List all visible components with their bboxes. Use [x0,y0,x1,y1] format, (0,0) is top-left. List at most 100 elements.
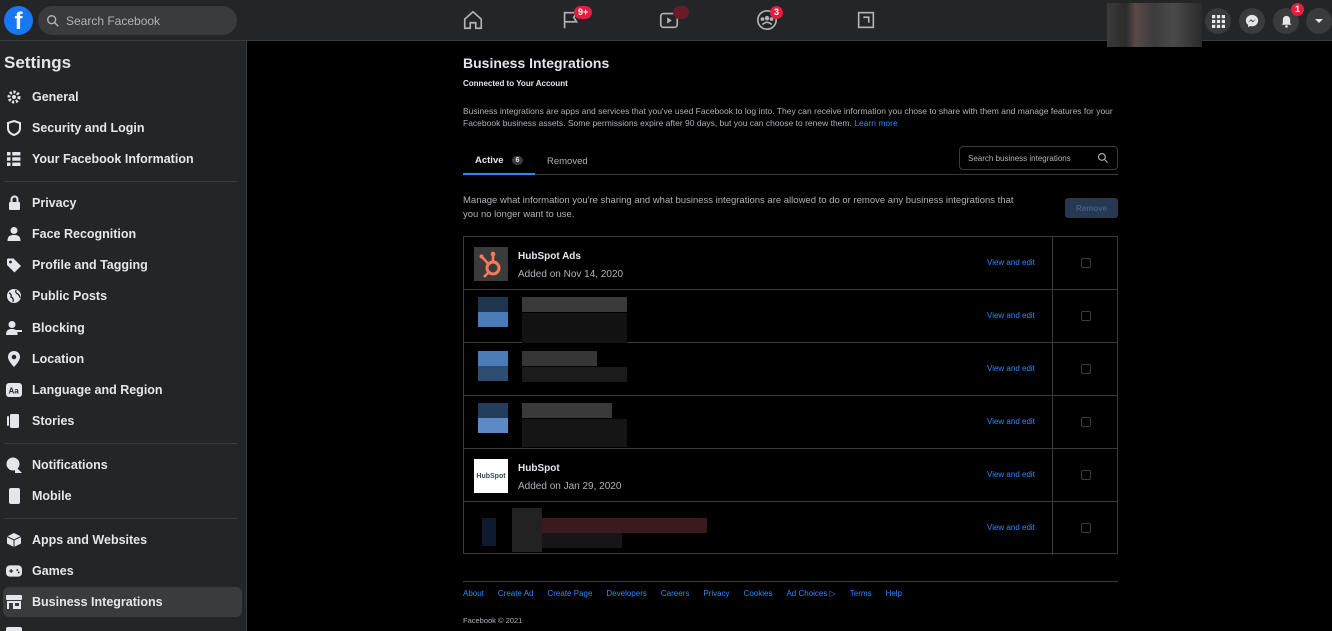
sidebar-item-language-and-region[interactable]: Aa Language and Region [3,375,242,405]
column-divider [1052,290,1053,342]
blurred-date [522,419,627,447]
messenger-icon [1245,14,1259,28]
view-and-edit-link[interactable]: View and edit [987,311,1035,320]
footer-link-developers[interactable]: Developers [606,589,646,598]
view-and-edit-link[interactable]: View and edit [987,258,1035,267]
footer-link-ad-choices[interactable]: Ad Choices ▷ [786,589,835,598]
active-count-badge: 6 [511,155,524,165]
business-store-icon [6,594,22,610]
column-divider [1052,449,1053,501]
footer-link-create-page[interactable]: Create Page [547,589,592,598]
hubspot-logo-text: HubSpot [476,472,506,480]
block-person-icon [6,320,22,336]
pages-badge: 9+ [574,6,593,19]
sidebar-item-apps-and-websites[interactable]: Apps and Websites [3,525,242,555]
sidebar-item-privacy[interactable]: Privacy [3,188,242,218]
search-integrations-input[interactable] [968,153,1093,163]
footer-links: About Create Ad Create Page Developers C… [463,589,902,598]
blurred-name [522,351,597,366]
globe-bell-icon [6,457,22,473]
learn-more-link[interactable]: Learn more [854,118,897,128]
blurred-name [522,297,627,312]
mobile-phone-icon [6,488,22,504]
table-row: View and edit [464,396,1117,449]
sidebar-title: Settings [4,53,72,72]
sidebar-item-profile-and-tagging[interactable]: Profile and Tagging [3,250,242,280]
sidebar-item-face-recognition[interactable]: Face Recognition [3,219,242,249]
sidebar-item-location[interactable]: Location [3,344,242,374]
footer-link-help[interactable]: Help [886,589,902,598]
select-checkbox[interactable] [1081,258,1091,268]
table-row: View and edit [464,290,1117,343]
column-divider [1052,237,1053,289]
tab-label: Active [475,154,504,166]
integrations-table: HubSpot Ads Added on Nov 14, 2020 View a… [463,236,1118,555]
sidebar-item-your-facebook-information[interactable]: Your Facebook Information [3,144,242,174]
cube-icon [6,532,22,548]
manage-text: Manage what information you're sharing a… [463,195,1014,220]
sidebar-item-business-integrations[interactable]: Business Integrations [3,587,242,617]
search-icon [47,14,59,27]
facebook-search[interactable] [38,6,237,35]
messenger-button[interactable] [1239,8,1265,34]
sidebar-divider [4,181,237,182]
settings-sidebar: Settings General Security and Login Your… [0,41,247,631]
video-badge [673,6,689,19]
sidebar-item-label: Blocking [32,321,85,335]
sidebar-item-mobile[interactable]: Mobile [3,481,242,511]
lock-icon [6,195,22,211]
profile-shortcut[interactable] [1107,3,1202,47]
copyright: Facebook © 2021 [463,616,523,625]
select-checkbox[interactable] [1081,470,1091,480]
sidebar-divider [4,443,237,444]
footer-link-privacy[interactable]: Privacy [703,589,729,598]
sidebar-item-games[interactable]: Games [3,556,242,586]
sidebar-item-blocking[interactable]: Blocking [3,313,242,343]
sidebar-item-public-posts[interactable]: Public Posts [3,281,242,311]
sidebar-item-label: Location [32,352,85,366]
sidebar-item-partial[interactable] [3,618,242,631]
view-and-edit-link[interactable]: View and edit [987,417,1035,426]
remove-button[interactable]: Remove [1065,198,1118,218]
sidebar-item-security-and-login[interactable]: Security and Login [3,113,242,143]
sidebar-item-stories[interactable]: Stories [3,406,242,436]
view-and-edit-link[interactable]: View and edit [987,470,1035,479]
select-checkbox[interactable] [1081,523,1091,533]
page-subtitle: Connected to Your Account [463,79,568,88]
business-integrations-search[interactable] [959,146,1118,170]
select-checkbox[interactable] [1081,364,1091,374]
facebook-logo[interactable]: f [4,6,33,35]
select-checkbox[interactable] [1081,417,1091,427]
select-checkbox[interactable] [1081,311,1091,321]
integration-name: HubSpot Ads [518,251,581,262]
description-text: Business integrations are apps and servi… [463,106,1113,128]
view-and-edit-link[interactable]: View and edit [987,523,1035,532]
footer-link-cookies[interactable]: Cookies [744,589,773,598]
footer-link-about[interactable]: About [463,589,484,598]
footer-link-terms[interactable]: Terms [850,589,872,598]
hubspot-sprocket-logo [474,247,508,281]
account-button[interactable] [1306,8,1332,34]
top-bar: f 9+ 3 1 [0,0,1332,47]
search-input[interactable] [66,13,216,28]
integration-name: HubSpot [518,463,560,474]
sidebar-item-notifications[interactable]: Notifications [3,450,242,480]
table-row: View and edit [464,343,1117,396]
blurred-logo [478,297,508,312]
menu-grid-icon [1211,14,1225,28]
footer-link-careers[interactable]: Careers [661,589,689,598]
tab-removed[interactable]: Removed [547,147,588,175]
gaming-icon[interactable] [855,9,877,31]
menu-button[interactable] [1205,8,1231,34]
view-and-edit-link[interactable]: View and edit [987,364,1035,373]
sidebar-item-label: Stories [32,414,75,428]
hubspot-wordmark-logo: HubSpot [474,459,508,493]
home-icon[interactable] [462,9,484,31]
tab-active[interactable]: Active 6 [463,147,535,175]
sidebar-divider [4,518,237,519]
sidebar-item-label: Your Facebook Information [32,152,194,166]
stories-icon [6,413,22,429]
table-row: HubSpot Ads Added on Nov 14, 2020 View a… [464,237,1117,290]
footer-link-create-ad[interactable]: Create Ad [498,589,534,598]
sidebar-item-general[interactable]: General [3,82,242,112]
